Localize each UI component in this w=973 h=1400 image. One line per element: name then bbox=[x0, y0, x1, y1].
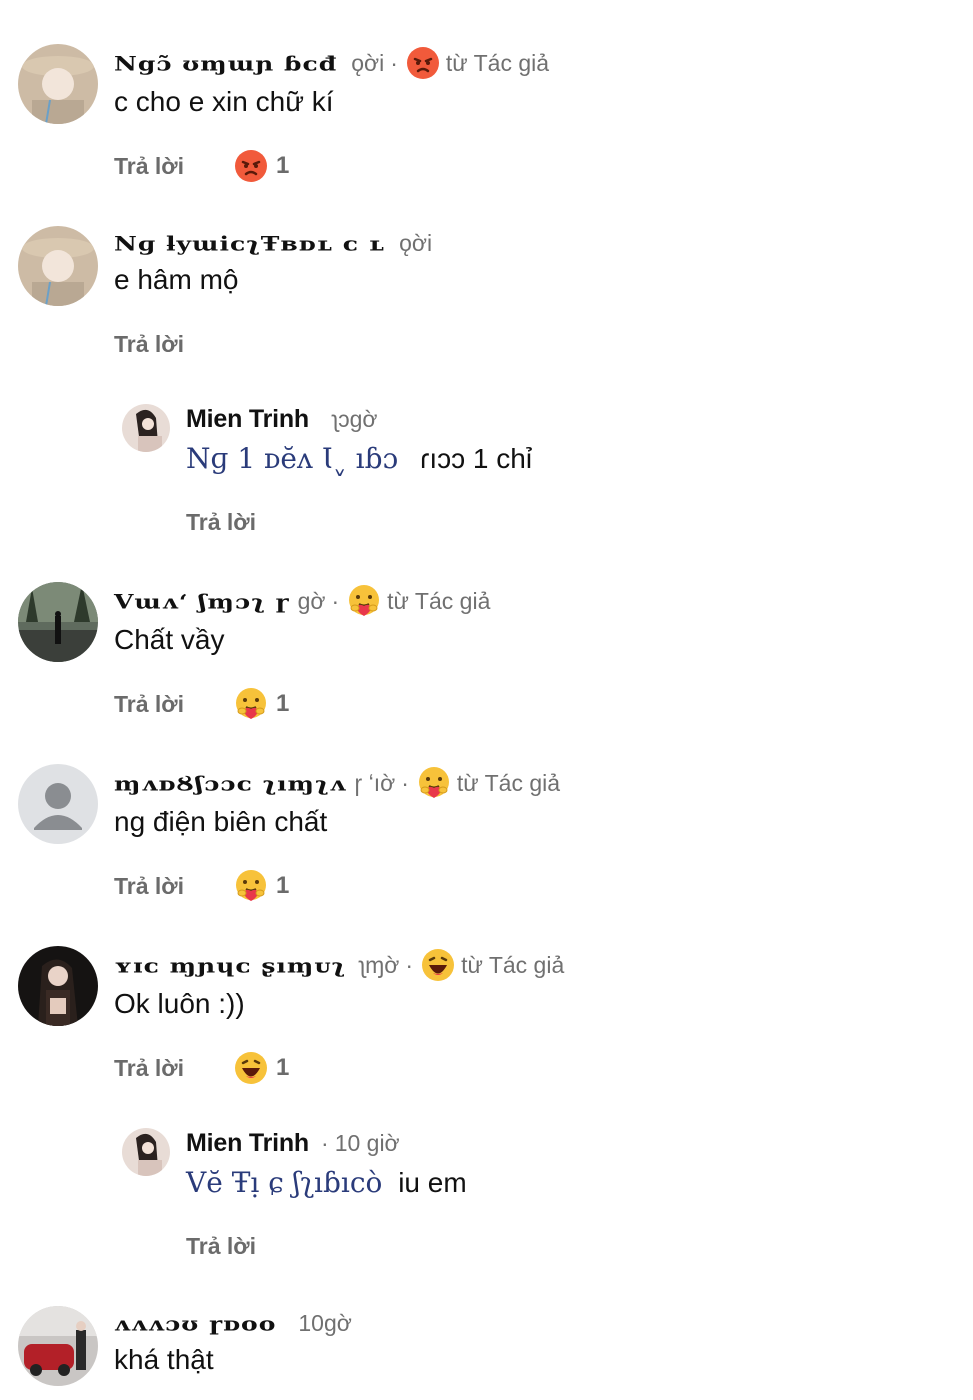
reply-button[interactable]: Trả lời bbox=[114, 691, 184, 718]
comment-text: Chất vầy bbox=[114, 624, 225, 655]
reaction-summary[interactable]: 1 bbox=[234, 1051, 289, 1085]
comment-time: ʅɔgờ bbox=[333, 405, 378, 432]
care-emoji-icon bbox=[236, 688, 267, 719]
comment-header: Mien Trinh · 10 giờ bbox=[186, 1126, 400, 1160]
commenter-name[interactable]: Mien Trinh bbox=[186, 1129, 309, 1158]
comment-header: Mien Trinh ʅɔgờ bbox=[186, 402, 378, 436]
avatar[interactable] bbox=[18, 764, 98, 844]
commenter-name[interactable]: Ngɔ̃ ʊɱɯɲ ɓᴄđ bbox=[114, 51, 337, 74]
author-reaction-label: từ Tác giả bbox=[387, 587, 491, 614]
reply-button[interactable]: Trả lời bbox=[114, 153, 184, 180]
avatar[interactable] bbox=[18, 1306, 98, 1386]
comment-text: Ok luôn :)) bbox=[114, 988, 245, 1019]
mention-link[interactable]: Vĕ Ŧı̣ ɕ ʃʅıɓıcò bbox=[186, 1166, 382, 1199]
comment-time: ɡờ bbox=[297, 587, 326, 614]
reaction-summary[interactable]: 1 bbox=[234, 149, 289, 183]
comment-header: Ngɔ̃ ʊɱɯɲ ɓᴄđ ǫời · từ Tác giả bbox=[114, 46, 549, 80]
commenter-name[interactable]: Vɯʌʻ ʃɱɔʅ ɼ bbox=[114, 589, 290, 612]
angry-emoji-icon bbox=[235, 150, 268, 182]
haha-emoji-icon bbox=[235, 1052, 268, 1084]
comment-text: khá thật bbox=[114, 1344, 214, 1375]
comment-header: Nɡ ƚyɯiᴄʅŦʙᴅʟ ᴄ ʟ ǫời bbox=[114, 226, 432, 260]
reaction-summary[interactable]: 1 bbox=[234, 687, 289, 721]
separator-dot: · bbox=[405, 951, 414, 978]
avatar[interactable] bbox=[18, 946, 98, 1026]
care-emoji-icon bbox=[349, 585, 380, 616]
author-reaction-label: từ Tác giả bbox=[456, 769, 561, 796]
comment-text-rest: ɾıɔɔ 1 chỉ bbox=[420, 443, 533, 474]
reaction-count: 1 bbox=[276, 690, 290, 717]
comment-time: ʅɱờ bbox=[360, 951, 400, 978]
author-reaction-label: từ Tác giả bbox=[461, 951, 565, 978]
reply-button[interactable]: Trả lời bbox=[114, 331, 184, 358]
separator-dot: · bbox=[401, 769, 409, 796]
angry-emoji-icon bbox=[406, 47, 439, 79]
commenter-name[interactable]: Nɡ ƚyɯiᴄʅŦʙᴅʟ ᴄ ʟ bbox=[114, 231, 385, 254]
separator-dot: · bbox=[390, 49, 398, 76]
reply-button[interactable]: Trả lời bbox=[186, 1233, 256, 1260]
comment-text: e hâm mộ bbox=[114, 264, 239, 295]
author-reaction-label: từ Tác giả bbox=[445, 49, 550, 76]
comment-header: ɱʌᴅȢʃɔɔᴄ ʅıɱʅʌ ɼ ʻıờ · từ Tác giả bbox=[114, 766, 560, 800]
comment-text: ng điện biên chất bbox=[114, 806, 328, 837]
commenter-name[interactable]: ʏɪᴄ ɱɲɥᴄ ʂıɱᴜʅ bbox=[114, 953, 346, 976]
avatar[interactable] bbox=[122, 404, 170, 452]
reply-button[interactable]: Trả lời bbox=[186, 509, 256, 536]
comment-time: ǫời bbox=[399, 229, 433, 256]
comment-time: 10gờ bbox=[298, 1309, 352, 1336]
reaction-count: 1 bbox=[276, 1054, 290, 1081]
mention-link[interactable]: Nɡ 1 ᴅĕʌ Ɩˬ ıɓɔ bbox=[186, 442, 398, 475]
comment-time: ǫời bbox=[351, 49, 385, 76]
commenter-name[interactable]: ʌʌʌɔʊ ɼᴅᴏᴏ bbox=[114, 1311, 276, 1334]
comment-time: 10 giờ bbox=[334, 1129, 400, 1156]
avatar[interactable] bbox=[18, 226, 98, 306]
comment-text: Vĕ Ŧı̣ ɕ ʃʅıɓıcò iu em bbox=[186, 1166, 467, 1199]
reply-button[interactable]: Trả lời bbox=[114, 873, 184, 900]
haha-emoji-icon bbox=[422, 949, 455, 981]
comment-time: ɼ ʻıờ bbox=[354, 769, 396, 796]
avatar[interactable] bbox=[18, 582, 98, 662]
comment-header: Vɯʌʻ ʃɱɔʅ ɼ ɡờ · từ Tác giả bbox=[114, 584, 490, 618]
comment-text: c cho e xin chữ kí bbox=[114, 86, 334, 117]
reaction-count: 1 bbox=[276, 872, 290, 899]
commenter-name[interactable]: Mien Trinh bbox=[186, 405, 309, 434]
comment-text: Nɡ 1 ᴅĕʌ Ɩˬ ıɓɔ ɾıɔɔ 1 chỉ bbox=[186, 442, 532, 475]
commenter-name[interactable]: ɱʌᴅȢʃɔɔᴄ ʅıɱʅʌ bbox=[114, 771, 347, 794]
comment-header: ʏɪᴄ ɱɲɥᴄ ʂıɱᴜʅ ʅɱờ · từ Tác giả bbox=[114, 948, 564, 982]
reaction-count: 1 bbox=[276, 152, 290, 179]
comment-text-rest: iu em bbox=[398, 1167, 467, 1198]
care-emoji-icon bbox=[236, 870, 267, 901]
comment-header: ʌʌʌɔʊ ɼᴅᴏᴏ 10gờ bbox=[114, 1306, 352, 1340]
care-emoji-icon bbox=[418, 767, 449, 798]
reply-button[interactable]: Trả lời bbox=[114, 1055, 184, 1082]
separator-dot: · bbox=[331, 587, 340, 614]
reaction-summary[interactable]: 1 bbox=[234, 869, 289, 903]
separator-dot: · bbox=[321, 1129, 329, 1156]
avatar[interactable] bbox=[122, 1128, 170, 1176]
avatar[interactable] bbox=[18, 44, 98, 124]
